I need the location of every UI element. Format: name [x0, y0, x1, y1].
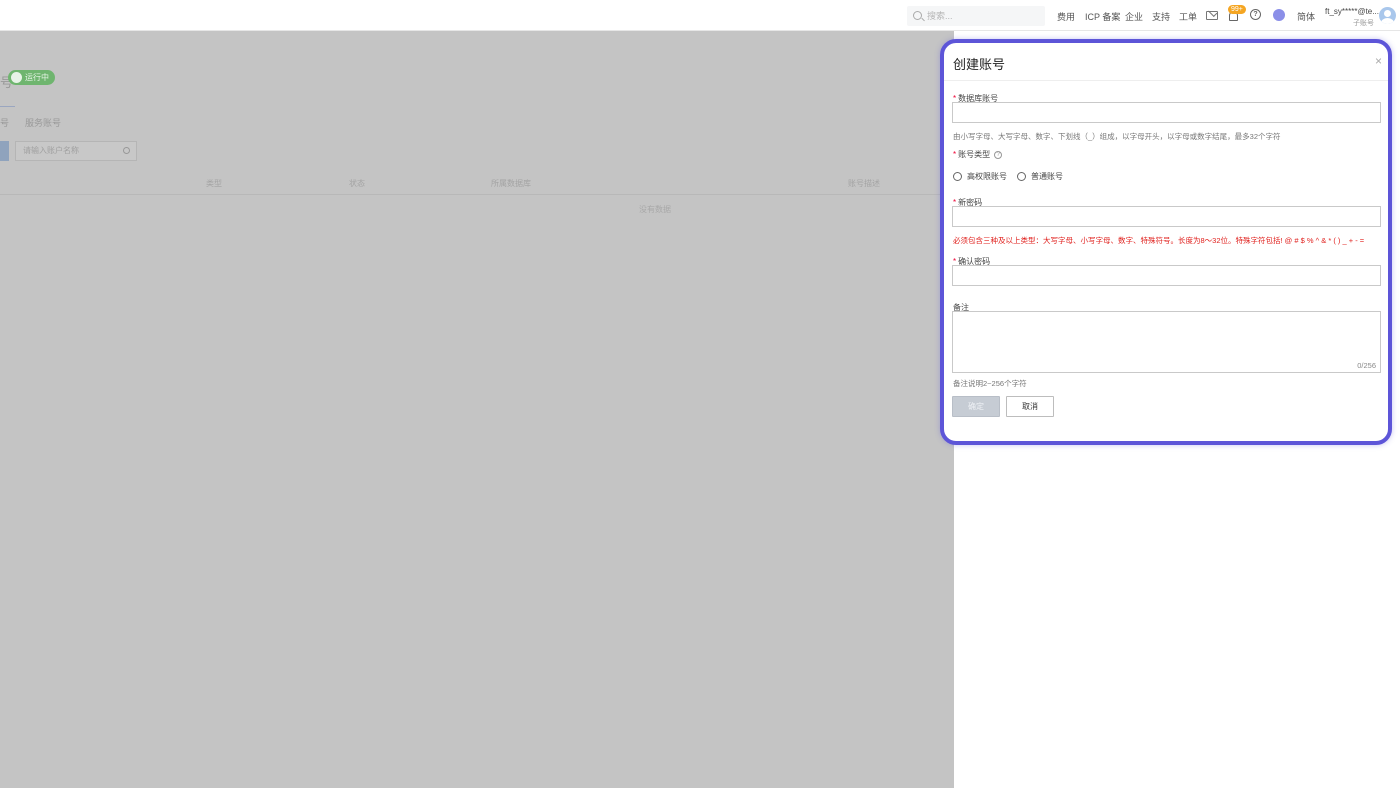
mail-icon[interactable] — [1206, 11, 1218, 20]
nav-tickets[interactable]: 工单 — [1179, 10, 1197, 23]
status-badge: 运行中 — [8, 70, 55, 85]
column-description: 账号描述 — [848, 179, 880, 188]
cancel-button[interactable]: 取消 — [1006, 396, 1054, 417]
search-icon — [913, 11, 922, 20]
account-type-label-text: 账号类型 — [958, 150, 991, 159]
radio-circle-icon — [1017, 172, 1026, 182]
confirm-button[interactable]: 确定 — [952, 396, 1000, 417]
remark-textarea[interactable] — [952, 311, 1381, 373]
column-type: 类型 — [206, 179, 222, 188]
confirm-password-input[interactable] — [952, 265, 1381, 286]
status-dot-icon — [11, 72, 22, 83]
radio-high-privilege-label: 高权限账号 — [967, 172, 1007, 181]
global-search-input[interactable]: 搜索... — [907, 6, 1045, 26]
assistant-icon[interactable] — [1273, 9, 1285, 21]
background-page: 号 运行中 号 服务账号 请输入账户名称 类型 状态 所属数据库 账号描述 没有… — [0, 31, 954, 788]
user-name[interactable]: ft_sy*****@te... — [1325, 7, 1379, 16]
empty-table-text: 没有数据 — [639, 205, 671, 214]
db-account-hint: 由小写字母、大写字母、数字、下划线（_）组成，以字母开头，以字母或数字结尾，最多… — [953, 132, 1281, 141]
close-icon[interactable]: × — [1375, 54, 1382, 68]
drawer-header: 创建账号 × — [944, 43, 1388, 81]
notification-badge: 99+ — [1228, 5, 1246, 14]
search-icon — [123, 147, 130, 154]
db-account-input[interactable] — [952, 102, 1381, 123]
create-account-drawer: 创建账号 × * 数据库账号 由小写字母、大写字母、数字、下划线（_）组成，以字母… — [940, 39, 1392, 445]
password-rule-error: 必须包含三种及以上类型：大写字母、小写字母、数字、特殊符号。长度为8～32位。特… — [953, 236, 1365, 245]
table-header: 类型 状态 所属数据库 账号描述 — [0, 169, 954, 195]
account-search-placeholder: 请输入账户名称 — [23, 146, 79, 155]
radio-high-privilege[interactable]: 高权限账号 — [953, 171, 1007, 182]
radio-normal[interactable]: 普通账号 — [1017, 171, 1063, 182]
question-icon[interactable]: ? — [994, 150, 1003, 159]
remark-hint: 备注说明2~256个字符 — [953, 379, 1027, 388]
help-icon[interactable]: ? — [1250, 9, 1261, 20]
radio-circle-icon — [953, 172, 962, 182]
column-database: 所属数据库 — [491, 179, 531, 188]
tab-accounts[interactable]: 号 — [0, 116, 9, 129]
active-tab-underline — [0, 106, 15, 107]
tab-service-accounts[interactable]: 服务账号 — [25, 116, 61, 129]
drawer-title: 创建账号 — [953, 57, 1006, 72]
language-switch[interactable]: 简体 — [1297, 10, 1315, 23]
nav-support[interactable]: 支持 — [1152, 10, 1170, 23]
user-role: 子账号 — [1353, 20, 1374, 27]
global-search-placeholder: 搜索... — [927, 11, 953, 21]
remark-counter: 0/256 — [1357, 361, 1376, 370]
nav-icp[interactable]: ICP 备案 — [1085, 10, 1120, 23]
account-search-input[interactable]: 请输入账户名称 — [15, 141, 137, 161]
new-password-input[interactable] — [952, 206, 1381, 227]
nav-enterprise[interactable]: 企业 — [1125, 10, 1143, 23]
column-status: 状态 — [349, 179, 365, 188]
create-account-button[interactable] — [0, 141, 9, 161]
avatar[interactable] — [1379, 7, 1396, 24]
status-text: 运行中 — [25, 73, 49, 82]
radio-normal-label: 普通账号 — [1031, 172, 1063, 181]
account-type-label: * 账号类型? — [953, 149, 1003, 160]
top-navigation-bar: 搜索... 费用 ICP 备案 企业 支持 工单 99+ ? 简体 ft_sy*… — [0, 0, 1400, 31]
nav-billing[interactable]: 费用 — [1057, 10, 1075, 23]
